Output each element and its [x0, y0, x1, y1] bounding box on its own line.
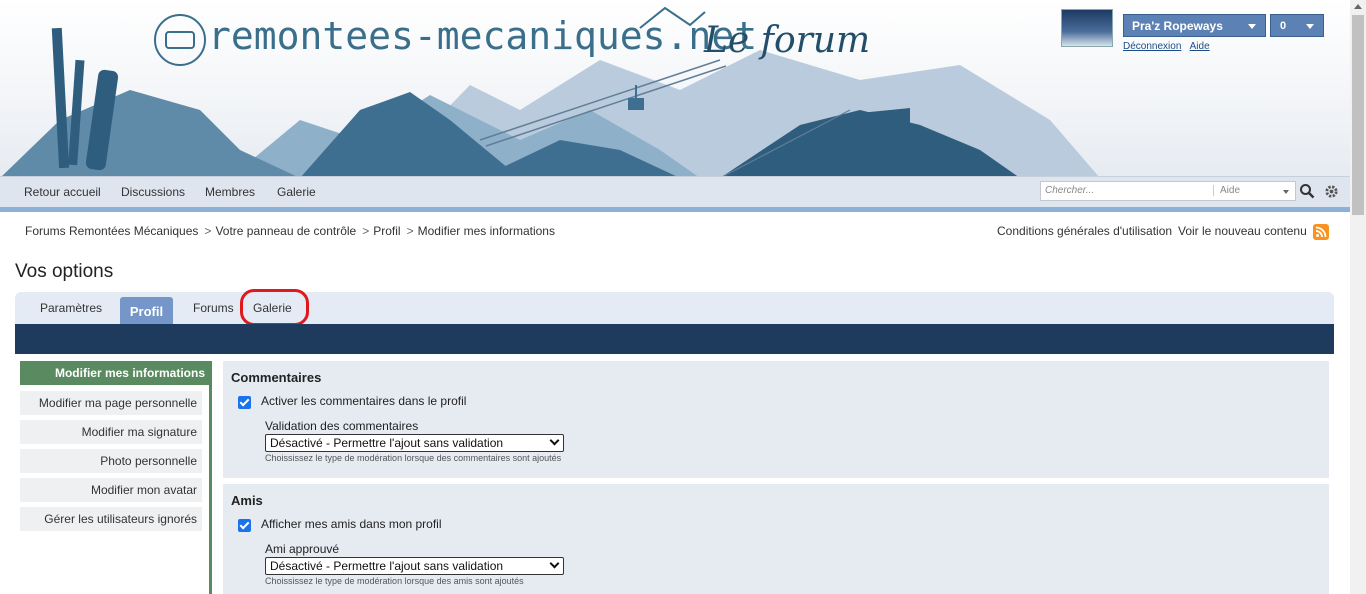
nav-item-discussions[interactable]: Discussions — [121, 185, 185, 199]
help-link[interactable]: Aide — [1190, 41, 1210, 52]
show-friends-label[interactable]: Afficher mes amis dans mon profil — [261, 517, 442, 531]
select-value: Désactivé - Permettre l'ajout sans valid… — [270, 559, 504, 573]
page-scrollbar[interactable] — [1350, 0, 1366, 594]
comment-validation-label: Validation des commentaires — [265, 419, 419, 433]
user-name: Pra'z Ropeways — [1132, 19, 1223, 33]
section-title: Commentaires — [231, 370, 322, 385]
new-content-link[interactable]: Voir le nouveau contenu — [1178, 224, 1307, 238]
enable-comments-checkbox[interactable] — [238, 396, 251, 409]
friend-approval-select[interactable]: Désactivé - Permettre l'ajout sans valid… — [265, 557, 564, 575]
breadcrumb-item[interactable]: Profil — [373, 224, 400, 238]
chevron-down-icon — [1306, 24, 1314, 29]
select-value: Désactivé - Permettre l'ajout sans valid… — [270, 436, 504, 450]
tab-forums[interactable]: Forums — [193, 301, 234, 315]
breadcrumb-separator: > — [406, 224, 414, 238]
terms-link[interactable]: Conditions générales d'utilisation — [997, 224, 1172, 238]
chevron-down-icon — [1248, 24, 1256, 29]
friend-approval-hint: Choississez le type de modération lorsqu… — [265, 576, 524, 586]
search-box[interactable]: Chercher... Aide — [1040, 181, 1296, 201]
user-avatar[interactable] — [1061, 9, 1113, 47]
nav-item-members[interactable]: Membres — [205, 185, 255, 199]
logout-link[interactable]: Déconnexion — [1123, 41, 1181, 52]
site-logo-text[interactable]: remontees-mecaniques.net — [208, 14, 757, 58]
user-links: Déconnexion Aide — [1123, 41, 1216, 52]
page-title: Vos options — [15, 261, 114, 282]
search-icon[interactable] — [1299, 183, 1315, 199]
section-title: Amis — [231, 493, 263, 508]
comment-validation-hint: Choississez le type de modération lorsqu… — [265, 453, 562, 463]
sidebar-item-ignored-users[interactable]: Gérer les utilisateurs ignorés — [20, 507, 202, 531]
sidebar-item-photo[interactable]: Photo personnelle — [20, 449, 202, 473]
friends-section: Amis Afficher mes amis dans mon profil A… — [223, 484, 1329, 594]
red-highlight-circle — [240, 289, 309, 326]
notifications-button[interactable]: 0 — [1270, 14, 1324, 37]
chevron-down-icon — [549, 435, 560, 446]
tab-parametres[interactable]: Paramètres — [40, 301, 102, 315]
enable-comments-label[interactable]: Activer les commentaires dans le profil — [261, 394, 466, 408]
search-input[interactable]: Chercher... — [1045, 185, 1094, 196]
user-menu-button[interactable]: Pra'z Ropeways — [1123, 14, 1266, 37]
sidebar-item-edit-info[interactable]: Modifier mes informations — [20, 361, 212, 385]
page: remontees-mecaniques.net Le forum Pra'z … — [0, 0, 1366, 594]
tabs-underbar — [15, 324, 1334, 354]
nav-item-gallery[interactable]: Galerie — [277, 185, 316, 199]
breadcrumb-item[interactable]: Forums Remontées Mécaniques — [25, 224, 198, 238]
breadcrumb-separator: > — [204, 224, 212, 238]
scroll-up-arrow-icon[interactable] — [1354, 4, 1362, 9]
scrollbar-thumb[interactable] — [1352, 15, 1364, 215]
comments-section: Commentaires Activer les commentaires da… — [223, 361, 1329, 478]
search-scope-select[interactable]: Aide — [1213, 185, 1291, 196]
notification-count: 0 — [1280, 20, 1287, 32]
show-friends-checkbox[interactable] — [238, 519, 251, 532]
sidebar-item-personal-page[interactable]: Modifier ma page personnelle — [20, 391, 202, 415]
nav-underline — [0, 207, 1350, 212]
chevron-down-icon — [1283, 190, 1289, 194]
gear-icon[interactable] — [1324, 184, 1339, 199]
comment-validation-select[interactable]: Désactivé - Permettre l'ajout sans valid… — [265, 434, 564, 452]
sidebar-item-signature[interactable]: Modifier ma signature — [20, 420, 202, 444]
sidebar-item-avatar[interactable]: Modifier mon avatar — [20, 478, 202, 502]
breadcrumb-item-current: Modifier mes informations — [417, 224, 555, 238]
friend-approval-label: Ami approuvé — [265, 542, 340, 556]
chevron-down-icon — [549, 558, 560, 569]
rss-icon[interactable] — [1313, 224, 1329, 240]
nav-item-home[interactable]: Retour accueil — [24, 185, 101, 199]
breadcrumb-item[interactable]: Votre panneau de contrôle — [215, 224, 356, 238]
breadcrumb: Forums Remontées Mécaniques > Votre pannea… — [25, 224, 555, 238]
breadcrumb-separator: > — [362, 224, 370, 238]
search-scope-value: Aide — [1220, 185, 1241, 196]
tab-profil[interactable]: Profil — [120, 297, 173, 326]
sidebar-rail — [209, 361, 212, 594]
site-logo-tagline: Le forum — [704, 20, 871, 61]
